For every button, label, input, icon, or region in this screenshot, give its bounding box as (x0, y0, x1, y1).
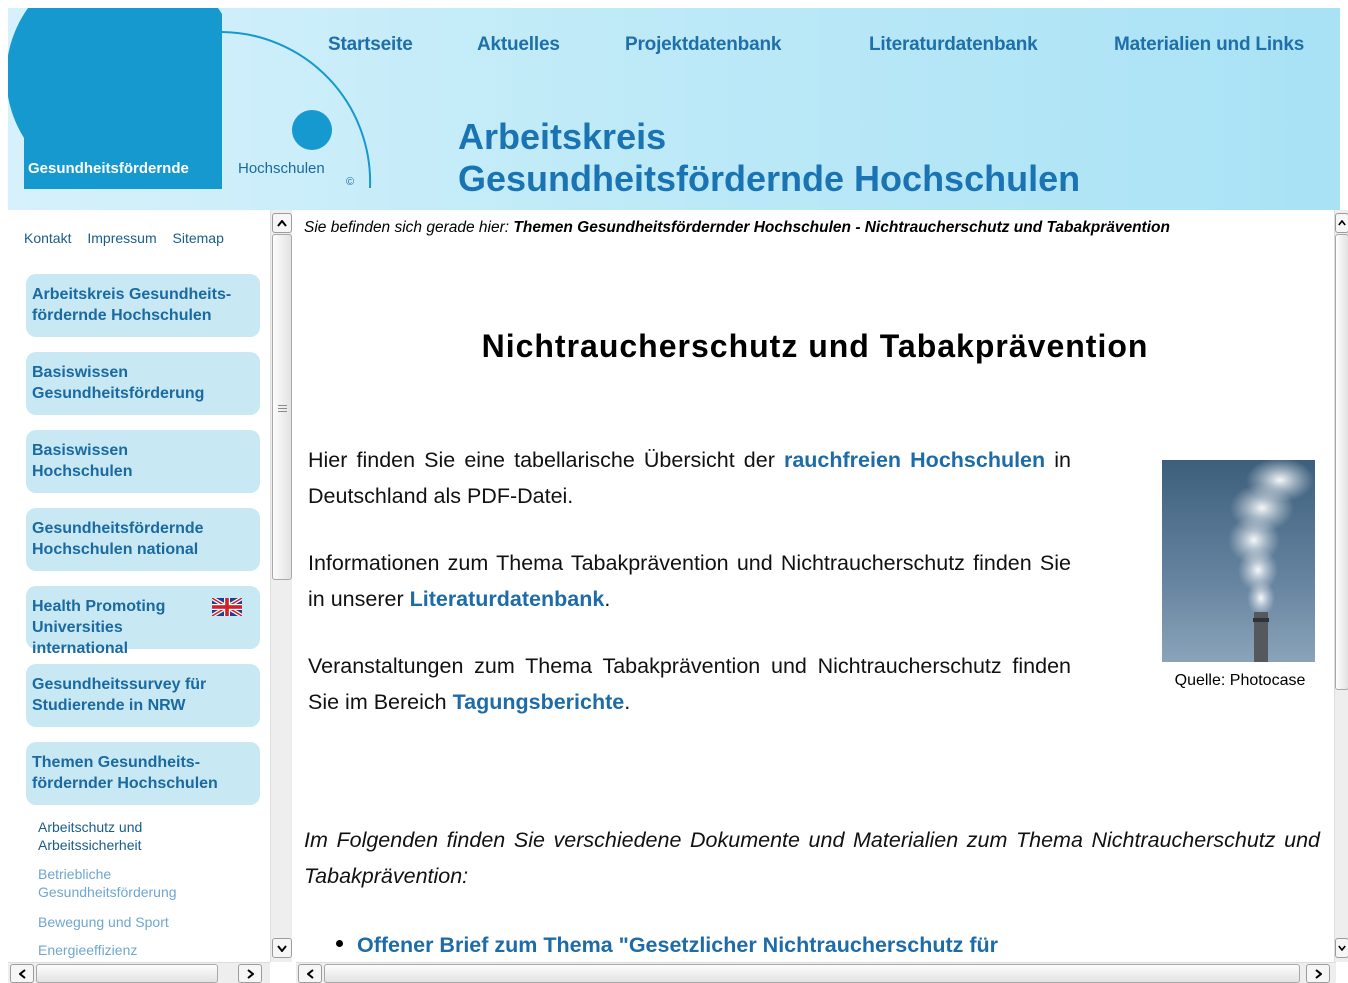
paragraph-tagungsberichte: Veranstaltungen zum Thema Tabakpräventio… (308, 648, 1071, 720)
link-rauchfreie-hochschulen[interactable]: rauchfreien Hochschulen (784, 448, 1045, 472)
sidebar-item-label: Arbeitskreis Gesundheits- fördernde Hoch… (32, 286, 232, 324)
logo-left-text: Gesundheitsfördernde (28, 160, 189, 177)
utility-links: Kontakt Impressum Sitemap (24, 230, 224, 246)
sidebar-item-label: Basiswissen Hochschulen (32, 442, 133, 480)
main-scroll-thumb[interactable] (1335, 234, 1348, 690)
sidebar-scroll-thumb[interactable] (272, 234, 292, 580)
sidebar-hscroll-thumb[interactable] (36, 964, 218, 983)
list-item: Offener Brief zum Thema "Gesetzlicher Ni… (336, 930, 998, 960)
link-impressum[interactable]: Impressum (87, 230, 156, 246)
nav-projektdatenbank[interactable]: Projektdatenbank (625, 34, 781, 56)
sidebar-item-label: Themen Gesundheits- fördernder Hochschul… (32, 754, 218, 792)
arrow-right-icon[interactable] (1306, 964, 1330, 983)
sidebar-item-label: Health Promoting Universities internatio… (32, 598, 166, 657)
subitem-bewegung-und-sport[interactable]: Bewegung und Sport (38, 913, 169, 931)
paragraph-rauchfreie-hochschulen: Hier finden Sie eine tabellarische Übers… (308, 442, 1071, 514)
sidebar-vertical-scrollbar[interactable] (270, 210, 292, 962)
paragraph-text: . (604, 587, 611, 611)
nav-startseite[interactable]: Startseite (328, 34, 413, 56)
link-sitemap[interactable]: Sitemap (173, 230, 224, 246)
nav-aktuelles[interactable]: Aktuelles (477, 34, 560, 56)
sidebar-item-arbeitskreis[interactable]: Arbeitskreis Gesundheits- fördernde Hoch… (26, 274, 260, 337)
main-horizontal-scrollbar[interactable] (296, 962, 1336, 983)
logo-dot (292, 110, 332, 150)
sidebar-item-basiswissen-hochschulen[interactable]: Basiswissen Hochschulen (26, 430, 260, 493)
arrow-left-icon[interactable] (10, 964, 34, 983)
nav-literaturdatenbank[interactable]: Literaturdatenbank (869, 34, 1038, 56)
subitem-arbeitsschutz[interactable]: Arbeitschutz und Arbeitssicherheit (38, 818, 198, 854)
main-content: Sie befinden sich gerade hier: Themen Ge… (296, 210, 1334, 962)
photo-caption: Quelle: Photocase (1174, 672, 1306, 689)
uk-flag-icon (212, 598, 242, 616)
sidebar: Kontakt Impressum Sitemap Arbeitskreis G… (8, 210, 268, 962)
subitem-betriebliche-gesundheitsfoerderung[interactable]: Betriebliche Gesundheitsförderung (38, 865, 228, 901)
sidebar-item-basiswissen-gesundheitsfoerderung[interactable]: Basiswissen Gesundheitsförderung (26, 352, 260, 415)
arrow-right-icon[interactable] (238, 964, 262, 983)
site-title-line2: Gesundheitsfördernde Hochschulen (458, 158, 1081, 199)
breadcrumb-path: Themen Gesundheitsfördernder Hochschulen… (513, 219, 1170, 236)
breadcrumb: Sie befinden sich gerade hier: Themen Ge… (304, 216, 1314, 239)
main-hscroll-thumb[interactable] (324, 964, 1300, 983)
logo-right-text: Hochschulen (238, 160, 325, 177)
arrow-left-icon[interactable] (298, 964, 322, 983)
arrow-up-icon[interactable] (272, 213, 292, 233)
arrow-down-icon[interactable] (272, 938, 292, 958)
sidebar-item-label: Gesundheitsfördernde Hochschulen nationa… (32, 520, 204, 558)
site-title: Arbeitskreis Gesundheitsfördernde Hochsc… (458, 116, 1080, 200)
logo-copyright: © (346, 176, 355, 188)
paragraph-text: Veranstaltungen zum Thema Tabakpräventio… (308, 654, 1071, 714)
bullet (336, 939, 343, 947)
paragraph-text: Hier finden Sie eine tabellarische Übers… (308, 448, 784, 472)
paragraph-literaturdatenbank: Informationen zum Thema Tabakprävention … (308, 545, 1071, 617)
sidebar-item-national[interactable]: Gesundheitsfördernde Hochschulen nationa… (26, 508, 260, 571)
site-header: Gesundheitsfördernde Hochschulen © Start… (8, 8, 1340, 210)
nav-materialien-und-links[interactable]: Materialien und Links (1114, 34, 1304, 56)
link-offener-brief[interactable]: Offener Brief zum Thema "Gesetzlicher Ni… (357, 933, 998, 957)
documents-intro: Im Folgenden finden Sie verschiedene Dok… (304, 828, 1320, 888)
sidebar-item-gesundheitssurvey[interactable]: Gesundheitssurvey für Studierende in NRW (26, 664, 260, 727)
subitem-energieeffizienz[interactable]: Energieeffizienz (38, 941, 137, 959)
site-title-line1: Arbeitskreis (458, 116, 667, 157)
arrow-down-icon[interactable] (1335, 938, 1348, 958)
smokestack-photo (1162, 460, 1315, 662)
page-title: Nichtraucherschutz und Tabakprävention (481, 328, 1149, 364)
link-literaturdatenbank[interactable]: Literaturdatenbank (410, 587, 605, 611)
sidebar-item-label: Basiswissen Gesundheitsförderung (32, 364, 205, 402)
link-kontakt[interactable]: Kontakt (24, 230, 71, 246)
main-vertical-scrollbar[interactable] (1334, 210, 1348, 962)
arrow-up-icon[interactable] (1335, 213, 1348, 233)
breadcrumb-prefix: Sie befinden sich gerade hier: (304, 219, 510, 236)
link-tagungsberichte[interactable]: Tagungsberichte (453, 690, 625, 714)
documents-list: Offener Brief zum Thema "Gesetzlicher Ni… (336, 930, 998, 960)
sidebar-item-themen[interactable]: Themen Gesundheits- fördernder Hochschul… (26, 742, 260, 805)
paragraph-text: . (624, 690, 631, 714)
sidebar-item-label: Gesundheitssurvey für Studierende in NRW (32, 676, 207, 714)
top-navigation: Startseite Aktuelles Projektdatenbank Li… (328, 34, 1328, 58)
sidebar-horizontal-scrollbar[interactable] (8, 962, 270, 983)
sidebar-item-international[interactable]: Health Promoting Universities internatio… (26, 586, 260, 657)
